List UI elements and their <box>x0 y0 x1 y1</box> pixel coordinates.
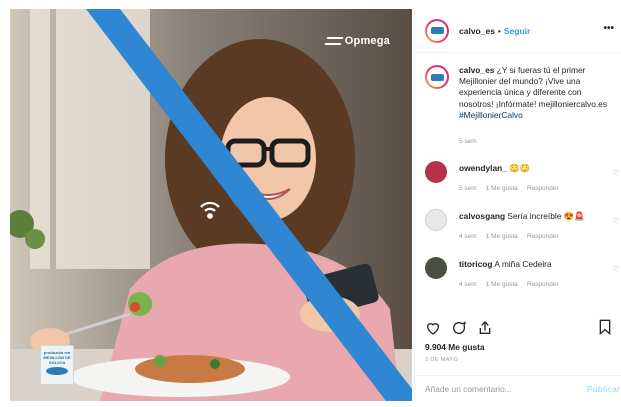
instagram-post-window: Opmega produzido em MEXILLÓN DE GALICIA … <box>0 0 621 407</box>
galicia-mussel-badge: produzido em MEXILLÓN DE GALICIA <box>40 345 74 385</box>
comment-text-block: owendylan_ 😳😳 <box>459 163 609 174</box>
post-image[interactable]: Opmega produzido em MEXILLÓN DE GALICIA <box>10 9 412 401</box>
comment-text-block: titoricog A miña Cedeira <box>459 259 609 270</box>
caption-hashtag[interactable]: #MejillonierCalvo <box>459 110 523 120</box>
post-caption: calvo_es ¿Y si fueras tú el primer Mejil… <box>425 65 615 121</box>
comment-text: Sería increíble 😍🚨 <box>507 211 585 221</box>
badge-logo-icon <box>46 367 68 375</box>
heart-icon[interactable] <box>425 320 441 336</box>
heart-icon[interactable]: ♡ <box>613 169 620 178</box>
heart-icon[interactable]: ♡ <box>613 265 620 274</box>
comment-time: 5 sem <box>459 185 477 192</box>
comment-item: owendylan_ 😳😳 5 sem 1 Me gusta Responder… <box>425 161 620 209</box>
caption-avatar[interactable] <box>425 65 449 89</box>
publish-button[interactable]: Publicar <box>587 384 620 394</box>
comment-text-block: calvosgang Sería increíble 😍🚨 <box>459 211 609 222</box>
comment-meta: 5 sem 1 Me gusta Responder <box>459 185 559 192</box>
comment-likes[interactable]: 1 Me gusta <box>486 185 518 192</box>
calvo-logo-icon <box>430 73 444 81</box>
post-photo-illustration <box>10 9 412 401</box>
comment-meta: 4 sem 1 Me gusta Responder <box>459 281 559 288</box>
comment-item: calvosgang Sería increíble 😍🚨 4 sem 1 Me… <box>425 209 620 257</box>
follow-button[interactable]: Seguir <box>504 26 530 36</box>
comment-text: A miña Cedeira <box>494 259 552 269</box>
comment-username[interactable]: titoricog <box>459 259 493 269</box>
separator-dot: • <box>497 25 501 36</box>
likes-count[interactable]: 9.904 Me gusta <box>425 342 485 352</box>
avatar[interactable] <box>425 18 449 43</box>
comment-text: 😳😳 <box>509 163 531 173</box>
reply-button[interactable]: Responder <box>527 185 559 192</box>
comment-time: 4 sem <box>459 233 477 240</box>
post-side-panel: calvo_es • Seguir ••• calvo_es ¿Y si fue… <box>414 9 621 401</box>
header-username[interactable]: calvo_es <box>459 26 495 36</box>
comment-meta: 4 sem 1 Me gusta Responder <box>459 233 559 240</box>
comment-username[interactable]: owendylan_ <box>459 163 507 173</box>
comment-username[interactable]: calvosgang <box>459 211 505 221</box>
avatar[interactable] <box>425 257 447 279</box>
reply-button[interactable]: Responder <box>527 233 559 240</box>
calvo-logo-icon <box>430 27 444 34</box>
caption-time: 5 sem <box>459 138 477 145</box>
comment-time: 4 sem <box>459 281 477 288</box>
share-icon[interactable] <box>477 320 493 336</box>
comment-likes[interactable]: 1 Me gusta <box>486 233 518 240</box>
opmega-mark-icon <box>324 37 344 45</box>
comment-item: titoricog A miña Cedeira 4 sem 1 Me gust… <box>425 257 620 305</box>
more-icon[interactable]: ••• <box>603 23 614 34</box>
badge-line-3: GALICIA <box>48 360 66 365</box>
caption-username[interactable]: calvo_es <box>459 65 494 75</box>
avatar[interactable] <box>425 161 447 183</box>
bookmark-icon[interactable] <box>598 319 612 335</box>
post-date: 3 DE MAYO <box>425 357 459 363</box>
post-header: calvo_es • Seguir ••• <box>415 9 621 53</box>
opmega-logo: Opmega <box>324 35 390 47</box>
add-comment-input[interactable]: Añade un comentario... <box>425 384 512 394</box>
comment-likes[interactable]: 1 Me gusta <box>486 281 518 288</box>
brand-name: Opmega <box>344 35 390 47</box>
caption-text-block: calvo_es ¿Y si fueras tú el primer Mejil… <box>459 65 609 121</box>
post-actions <box>425 319 620 337</box>
comment-icon[interactable] <box>451 320 467 336</box>
avatar[interactable] <box>425 209 447 231</box>
reply-button[interactable]: Responder <box>527 281 559 288</box>
add-comment-bar: Añade un comentario... Publicar <box>415 375 621 401</box>
heart-icon[interactable]: ♡ <box>613 217 620 226</box>
